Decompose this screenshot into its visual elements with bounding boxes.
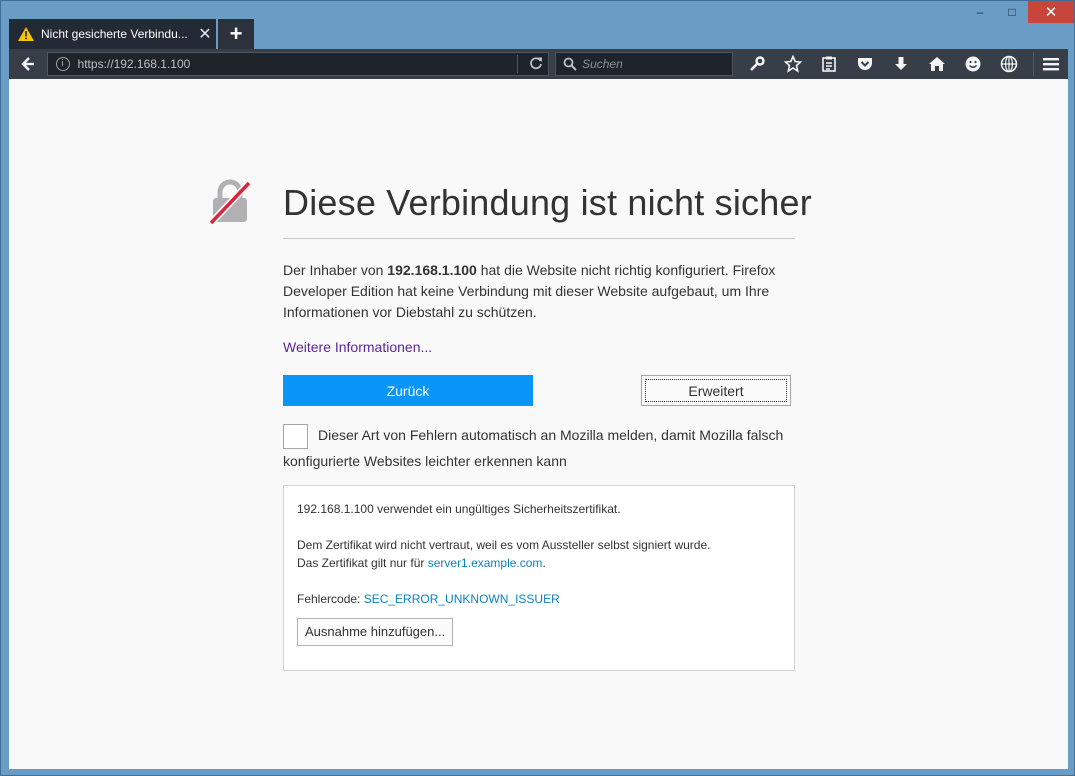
desc-prefix: Der Inhaber von	[283, 262, 388, 278]
developer-tools-button[interactable]	[739, 52, 775, 76]
download-arrow-icon	[894, 57, 907, 70]
wrench-icon	[749, 56, 765, 71]
clipboard-icon	[821, 56, 836, 72]
tab-title: Nicht gesicherte Verbindu...	[41, 27, 188, 41]
error-description: Der Inhaber von 192.168.1.100 hat die We…	[283, 260, 795, 323]
window-close-button[interactable]: ✕	[1028, 1, 1074, 23]
more-info-link[interactable]: Weitere Informationen...	[283, 339, 432, 355]
downloads-button[interactable]	[883, 52, 919, 76]
home-button[interactable]	[919, 52, 955, 76]
globe-icon	[1000, 55, 1017, 73]
add-exception-button[interactable]: Ausnahme hinzufügen...	[297, 618, 454, 646]
back-arrow-icon	[21, 57, 34, 71]
feedback-button[interactable]	[955, 52, 991, 76]
broken-lock-icon	[208, 179, 252, 225]
title-divider	[283, 238, 795, 239]
reload-icon[interactable]	[524, 56, 548, 73]
go-back-button[interactable]: Zurück	[283, 375, 533, 406]
page-content: Diese Verbindung ist nicht sicher Der In…	[9, 79, 1068, 769]
back-button[interactable]	[13, 52, 43, 76]
search-field[interactable]: Suchen	[555, 52, 733, 76]
cert-valid-for: Das Zertifikat gilt nur für server1.exam…	[297, 554, 781, 572]
toolbar-icons	[739, 52, 1027, 76]
minimize-button[interactable]: –	[964, 1, 996, 23]
report-checkbox[interactable]	[283, 423, 308, 449]
page-title: Diese Verbindung ist nicht sicher	[283, 182, 812, 223]
site-info-icon[interactable]: i	[55, 57, 70, 71]
globe-settings-button[interactable]	[991, 52, 1027, 76]
advanced-button[interactable]: Erweitert	[641, 375, 791, 406]
error-code-label: Fehlercode:	[297, 592, 364, 606]
maximize-button[interactable]: □	[996, 1, 1028, 23]
error-code-line: Fehlercode: SEC_ERROR_UNKNOWN_ISSUER	[297, 590, 781, 608]
window-controls: – □ ✕	[964, 1, 1074, 23]
reading-list-button[interactable]	[811, 52, 847, 76]
url-separator	[517, 55, 519, 73]
error-code-link[interactable]: SEC_ERROR_UNKNOWN_ISSUER	[364, 592, 560, 606]
cert-domain-link[interactable]: server1.example.com	[428, 556, 543, 570]
pocket-icon	[857, 58, 872, 70]
star-icon	[783, 55, 802, 73]
hamburger-menu-button[interactable]	[1032, 52, 1068, 76]
certificate-details-panel: 192.168.1.100 verwendet ein ungültiges S…	[283, 485, 795, 671]
report-label: Dieser Art von Fehlern automatisch an Mo…	[283, 427, 784, 469]
bookmark-star-button[interactable]	[775, 52, 811, 76]
navigation-toolbar: i https://192.168.1.100 Suchen	[9, 49, 1068, 79]
pocket-button[interactable]	[847, 52, 883, 76]
cert-self-signed-text: Dem Zertifikat wird nicht vertraut, weil…	[297, 538, 711, 552]
report-errors: Dieser Art von Fehlern automatisch an Mo…	[283, 423, 795, 474]
cert-valid-prefix: Das Zertifikat gilt nur für	[297, 556, 428, 570]
cert-invalid-text: 192.168.1.100 verwendet ein ungültiges S…	[297, 502, 621, 516]
desc-host: 192.168.1.100	[387, 262, 477, 278]
cert-valid-suffix: .	[542, 556, 546, 570]
browser-window: – □ ✕ Nicht gesicherte Verbindu... ✕ + i…	[0, 0, 1075, 776]
tab-strip: Nicht gesicherte Verbindu... ✕ +	[9, 19, 254, 49]
search-icon	[563, 57, 577, 71]
focus-ring	[645, 379, 787, 402]
tab-active[interactable]: Nicht gesicherte Verbindu... ✕	[9, 19, 216, 49]
search-placeholder: Suchen	[582, 57, 623, 71]
home-icon	[928, 57, 945, 71]
hamburger-icon	[1042, 58, 1059, 71]
url-text[interactable]: https://192.168.1.100	[78, 57, 518, 71]
url-bar[interactable]: i https://192.168.1.100	[46, 52, 550, 76]
tab-close-icon[interactable]: ✕	[194, 24, 216, 44]
smiley-icon	[965, 56, 981, 72]
new-tab-button[interactable]: +	[218, 19, 254, 49]
warning-icon	[18, 27, 34, 41]
